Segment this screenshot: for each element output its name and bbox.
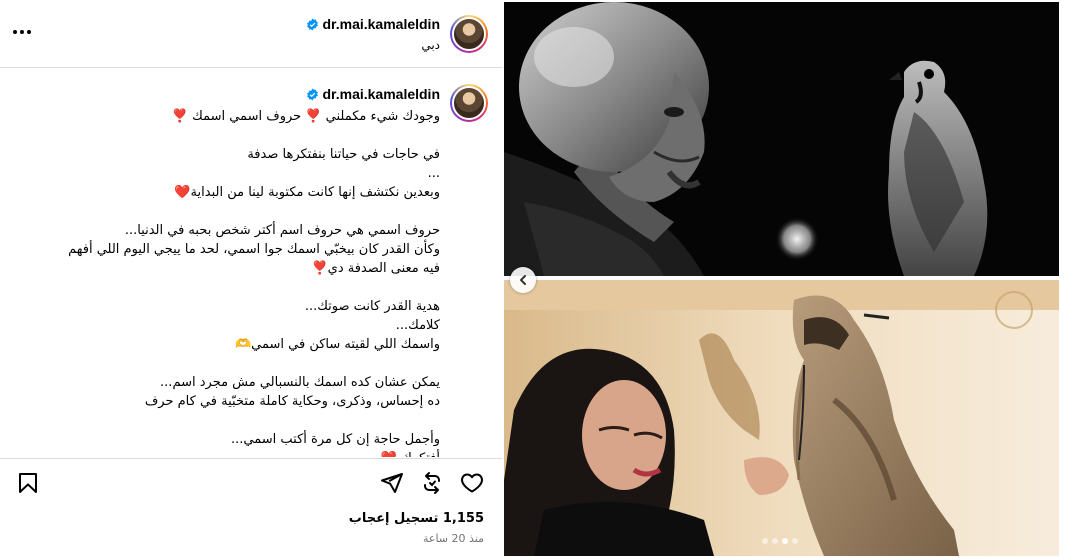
post-header: dr.mai.kamaleldin دبي (0, 0, 502, 68)
caption-line: هدية القدر كانت صوتك... (304, 299, 440, 314)
caption-line: ... (427, 166, 440, 181)
caption-author-row: dr.mai.kamaleldin (306, 86, 441, 102)
verified-icon (306, 18, 318, 30)
post-media-carousel[interactable] (502, 0, 1066, 558)
carousel-dot (792, 538, 798, 544)
likes-count[interactable]: 1,155 تسجيل إعجاب (349, 511, 484, 526)
photo-man-with-falcon (504, 2, 1059, 276)
caption-line: أفتكرك ❤️ (20, 449, 440, 457)
caption-line: ده إحساس، وذكرى، وحكاية كاملة متخبّية في… (144, 394, 440, 409)
author-row: dr.mai.kamaleldin (306, 16, 441, 32)
caption-avatar[interactable] (450, 84, 488, 122)
post-details-panel: dr.mai.kamaleldin دبي dr.mai.kamaleldin … (0, 0, 502, 558)
chevron-left-icon (520, 275, 526, 285)
caption-line (20, 278, 440, 297)
caption-line: وجودك شيء مكملني ❣️ حروف اسمي اسمك ❣️ (171, 109, 440, 124)
more-icon-dot (27, 30, 31, 34)
carousel-indicators (762, 538, 798, 544)
share-icon[interactable] (380, 471, 404, 495)
caption-line (20, 411, 440, 430)
caption-line: واسمك اللي لقيته ساكن في اسمي🫶 (234, 337, 440, 352)
post-location[interactable]: دبي (421, 38, 440, 52)
verified-icon (306, 88, 318, 100)
caption-line (20, 126, 440, 145)
caption-line: وأجمل حاجة إن كل مرة أكتب اسمي... (231, 432, 440, 447)
photo-woman-with-falcon (504, 280, 1059, 556)
bookmark-icon[interactable] (16, 471, 40, 495)
caption-line: وكأن القدر كان بيخبّي اسمك جوا اسمي، لحد… (68, 242, 440, 257)
caption-line (20, 202, 440, 221)
author-username[interactable]: dr.mai.kamaleldin (323, 16, 441, 32)
caption-line: في حاجات في حياتنا بنفتكرها صدفة (247, 147, 440, 162)
caption-line: وبعدين نكتشف إنها كانت مكتوبة لينا من ال… (174, 185, 440, 200)
more-icon-dot (13, 30, 17, 34)
caption-line: كلامك... (395, 318, 440, 333)
previous-slide-button[interactable] (510, 267, 536, 293)
caption-username[interactable]: dr.mai.kamaleldin (323, 86, 441, 102)
post-timestamp[interactable]: منذ 20 ساعة (423, 532, 484, 545)
more-icon-dot (20, 30, 24, 34)
caption-line (20, 354, 440, 373)
caption-line: يمكن عشان كده اسمك بالنسبالي مش مجرد اسم… (160, 375, 440, 390)
more-options-button[interactable] (10, 22, 34, 42)
carousel-dot (762, 538, 768, 544)
carousel-dot (782, 538, 788, 544)
caption-line: حروف اسمي هي حروف اسم أكتر شخص بحبه في ا… (124, 223, 440, 238)
heart-icon[interactable] (460, 471, 484, 495)
carousel-dot (772, 538, 778, 544)
caption-line: فيه معنى الصدفة دي❣️ (311, 261, 440, 276)
avatar[interactable] (450, 15, 488, 53)
repost-icon[interactable] (420, 471, 444, 495)
post-caption: وجودك شيء مكملني ❣️ حروف اسمي اسمك ❣️ في … (20, 107, 440, 457)
actions-bar: 1,155 تسجيل إعجاب منذ 20 ساعة (0, 458, 502, 558)
